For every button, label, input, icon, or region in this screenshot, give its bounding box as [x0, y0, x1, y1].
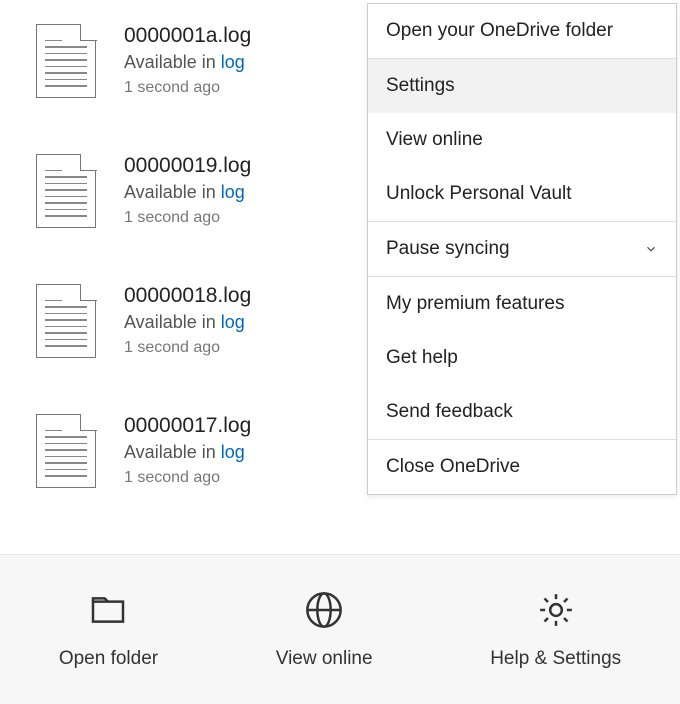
help-settings-label: Help & Settings [490, 648, 621, 670]
gear-icon [536, 590, 576, 630]
file-name: 00000018.log [124, 284, 251, 308]
globe-icon [304, 590, 344, 630]
folder-link[interactable]: log [221, 312, 245, 332]
folder-link[interactable]: log [221, 182, 245, 202]
file-status: Available in log [124, 442, 251, 463]
bottom-bar: Open folder View online Help & Settings [0, 554, 680, 704]
document-icon [36, 414, 96, 488]
file-status: Available in log [124, 312, 251, 333]
file-name: 00000019.log [124, 154, 251, 178]
menu-get-help[interactable]: Get help [368, 331, 676, 385]
document-icon [36, 154, 96, 228]
file-name: 00000017.log [124, 414, 251, 438]
menu-unlock-vault[interactable]: Unlock Personal Vault [368, 167, 676, 221]
open-folder-label: Open folder [59, 648, 158, 670]
view-online-label: View online [276, 648, 373, 670]
menu-premium[interactable]: My premium features [368, 277, 676, 331]
file-time: 1 second ago [124, 79, 251, 97]
context-menu: Open your OneDrive folder Settings View … [367, 3, 677, 495]
file-status: Available in log [124, 182, 251, 203]
menu-close[interactable]: Close OneDrive [368, 440, 676, 494]
file-info: 00000019.log Available in log 1 second a… [124, 154, 251, 227]
file-time: 1 second ago [124, 339, 251, 357]
folder-link[interactable]: log [221, 442, 245, 462]
folder-link[interactable]: log [221, 52, 245, 72]
file-time: 1 second ago [124, 209, 251, 227]
file-info: 0000001a.log Available in log 1 second a… [124, 24, 251, 97]
open-folder-button[interactable]: Open folder [59, 590, 158, 670]
file-name: 0000001a.log [124, 24, 251, 48]
document-icon [36, 24, 96, 98]
menu-view-online[interactable]: View online [368, 113, 676, 167]
chevron-down-icon [644, 242, 658, 256]
file-time: 1 second ago [124, 469, 251, 487]
menu-pause-syncing[interactable]: Pause syncing [368, 222, 676, 276]
menu-send-feedback[interactable]: Send feedback [368, 385, 676, 439]
file-info: 00000017.log Available in log 1 second a… [124, 414, 251, 487]
document-icon [36, 284, 96, 358]
view-online-button[interactable]: View online [276, 590, 373, 670]
folder-icon [88, 590, 128, 630]
help-settings-button[interactable]: Help & Settings [490, 590, 621, 670]
menu-settings[interactable]: Settings [368, 59, 676, 113]
file-status: Available in log [124, 52, 251, 73]
menu-open-folder[interactable]: Open your OneDrive folder [368, 4, 676, 58]
file-info: 00000018.log Available in log 1 second a… [124, 284, 251, 357]
